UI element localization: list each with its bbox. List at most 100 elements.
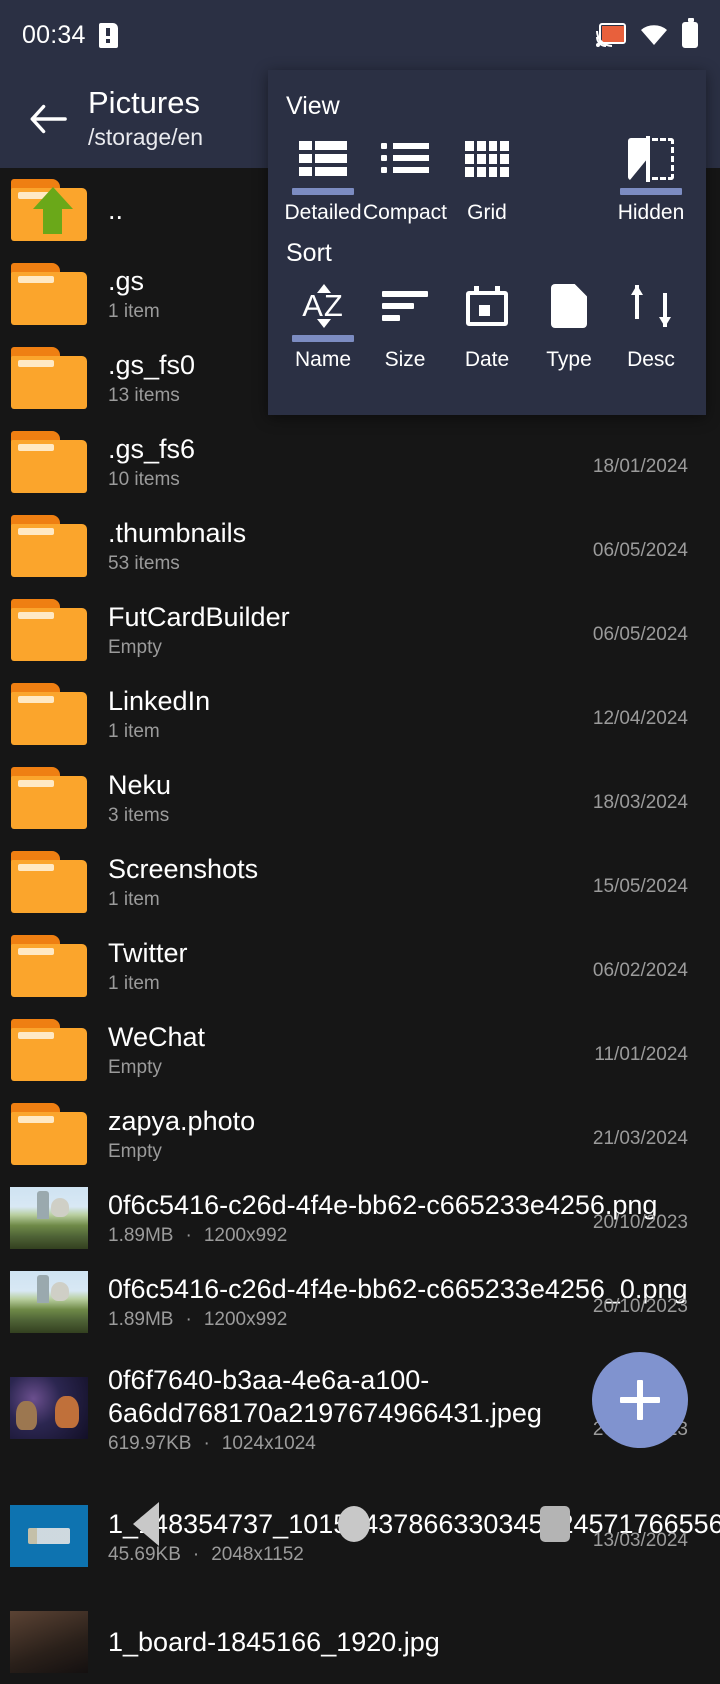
file-dimensions: 1024x1024	[221, 1432, 316, 1454]
file-item-count: 13 items	[108, 385, 180, 406]
file-thumbnail	[10, 1611, 88, 1673]
folder-icon	[10, 599, 88, 661]
folder-icon	[10, 263, 88, 325]
row-meta: WeChat Empty 11/01/2024	[88, 1021, 704, 1079]
thumbnail-image	[10, 1611, 88, 1673]
file-date: 13/03/2024	[592, 1530, 688, 1551]
view-option-label: Detailed	[284, 201, 362, 224]
separator-dot: ·	[203, 1432, 210, 1454]
view-section-heading: View	[286, 92, 340, 120]
file-thumbnail	[10, 1271, 88, 1333]
table-row[interactable]: .gs_fs6 10 items 18/01/2024	[0, 420, 720, 504]
sort-option-size[interactable]: Size	[364, 280, 446, 378]
file-size: 1.89MB	[108, 1309, 174, 1330]
row-meta: zapya.photo Empty 21/03/2024	[88, 1105, 704, 1163]
folder-icon	[10, 683, 88, 745]
cast-icon	[596, 23, 626, 47]
sort-option-label: Name	[294, 348, 352, 371]
menu-spacer	[528, 133, 610, 231]
table-row[interactable]: Neku 3 items 18/03/2024	[0, 756, 720, 840]
file-type-icon	[551, 280, 587, 332]
file-date: 06/02/2024	[592, 960, 688, 981]
parent-folder-icon	[10, 179, 88, 241]
add-button[interactable]	[592, 1352, 688, 1448]
sort-option-label: Size	[384, 348, 426, 371]
table-row[interactable]: Screenshots 1 item 15/05/2024	[0, 840, 720, 924]
view-option-label: Compact	[362, 201, 448, 224]
row-meta: .thumbnails 53 items 06/05/2024	[88, 517, 704, 575]
view-option-compact[interactable]: Compact	[362, 133, 448, 231]
separator-dot: ·	[185, 1309, 192, 1330]
table-row[interactable]: .thumbnails 53 items 06/05/2024	[0, 504, 720, 588]
sort-section-heading: Sort	[286, 239, 332, 267]
title-block: Pictures /storage/en	[88, 86, 203, 152]
sort-option-type[interactable]: Type	[528, 280, 610, 378]
file-item-count: 1 item	[108, 973, 160, 994]
file-size: 619.97KB	[108, 1432, 192, 1454]
status-bar: 00:34	[0, 0, 720, 70]
thumbnail-image	[10, 1187, 88, 1249]
folder-icon	[10, 347, 88, 409]
table-row[interactable]: Twitter 1 item 06/02/2024	[0, 924, 720, 1008]
table-row[interactable]: 1_148354737_10158437866330345_2457176655…	[0, 1472, 720, 1600]
plus-icon	[620, 1380, 660, 1420]
row-meta: LinkedIn 1 item 12/04/2024	[88, 685, 704, 743]
separator-dot: ·	[192, 1544, 200, 1565]
file-date: 06/05/2024	[592, 624, 688, 645]
view-option-hidden[interactable]: Hidden	[610, 133, 692, 231]
detailed-list-icon	[299, 133, 347, 185]
file-item-count: Empty	[108, 1057, 162, 1078]
thumbnail-image	[10, 1505, 88, 1567]
active-indicator	[620, 188, 682, 195]
file-name: 1_board-1845166_1920.jpg	[108, 1626, 440, 1657]
thumbnail-image	[10, 1271, 88, 1333]
file-dimensions: 1200x992	[203, 1225, 288, 1246]
row-meta: Neku 3 items 18/03/2024	[88, 769, 704, 827]
view-option-grid[interactable]: Grid	[446, 133, 528, 231]
active-indicator	[292, 335, 354, 342]
view-sort-menu[interactable]: View Detailed Compact Grid Hidden Sort A…	[268, 70, 706, 415]
folder-icon	[10, 851, 88, 913]
sort-option-label: Desc	[627, 348, 675, 371]
folder-icon	[10, 431, 88, 493]
table-row[interactable]: 1_board-1845166_1920.jpg	[0, 1600, 720, 1684]
compact-list-icon	[381, 133, 429, 185]
wifi-icon	[640, 24, 668, 46]
view-option-detailed[interactable]: Detailed	[282, 133, 364, 231]
table-row[interactable]: WeChat Empty 11/01/2024	[0, 1008, 720, 1092]
file-item-count: 3 items	[108, 805, 170, 826]
sort-option-desc[interactable]: Desc	[610, 280, 692, 378]
folder-icon	[10, 1019, 88, 1081]
row-meta: FutCardBuilder Empty 06/05/2024	[88, 601, 704, 659]
thumbnail-image	[10, 1377, 88, 1439]
view-options-row[interactable]: Detailed Compact Grid Hidden	[268, 133, 706, 231]
file-date: 18/01/2024	[592, 456, 688, 477]
sort-option-name[interactable]: AZ Name	[282, 280, 364, 378]
sort-option-label: Date	[464, 348, 510, 371]
status-bar-left: 00:34	[22, 21, 118, 50]
table-row[interactable]: 0f6c5416-c26d-4f4e-bb62-c665233e4256_0.p…	[0, 1260, 720, 1344]
back-button[interactable]	[18, 90, 76, 148]
status-bar-clock: 00:34	[22, 20, 86, 49]
row-meta: 1_board-1845166_1920.jpg	[88, 1626, 704, 1659]
sort-options-row[interactable]: AZ Name Size Date Type Desc	[268, 280, 706, 378]
file-thumbnail	[10, 1505, 88, 1567]
battery-icon	[682, 18, 698, 48]
table-row[interactable]: 0f6c5416-c26d-4f4e-bb62-c665233e4256.png…	[0, 1176, 720, 1260]
file-date: 11/01/2024	[594, 1044, 688, 1065]
table-row[interactable]: zapya.photo Empty 21/03/2024	[0, 1092, 720, 1176]
row-meta: 1_148354737_10158437866330345_2457176655…	[88, 1506, 720, 1566]
table-row[interactable]: FutCardBuilder Empty 06/05/2024	[0, 588, 720, 672]
sort-option-date[interactable]: Date	[446, 280, 528, 378]
row-meta: 0f6c5416-c26d-4f4e-bb62-c665233e4256_0.p…	[88, 1273, 704, 1331]
calendar-icon	[466, 280, 508, 332]
table-row[interactable]: LinkedIn 1 item 12/04/2024	[0, 672, 720, 756]
file-size: 45.69KB	[108, 1544, 181, 1565]
active-indicator	[292, 188, 354, 195]
sdcard-warning-icon	[98, 22, 118, 48]
sort-size-icon	[382, 280, 428, 332]
separator-dot: ·	[185, 1225, 192, 1246]
file-item-count: Empty	[108, 637, 162, 658]
folder-icon	[10, 767, 88, 829]
file-size: 1.89MB	[108, 1225, 174, 1246]
